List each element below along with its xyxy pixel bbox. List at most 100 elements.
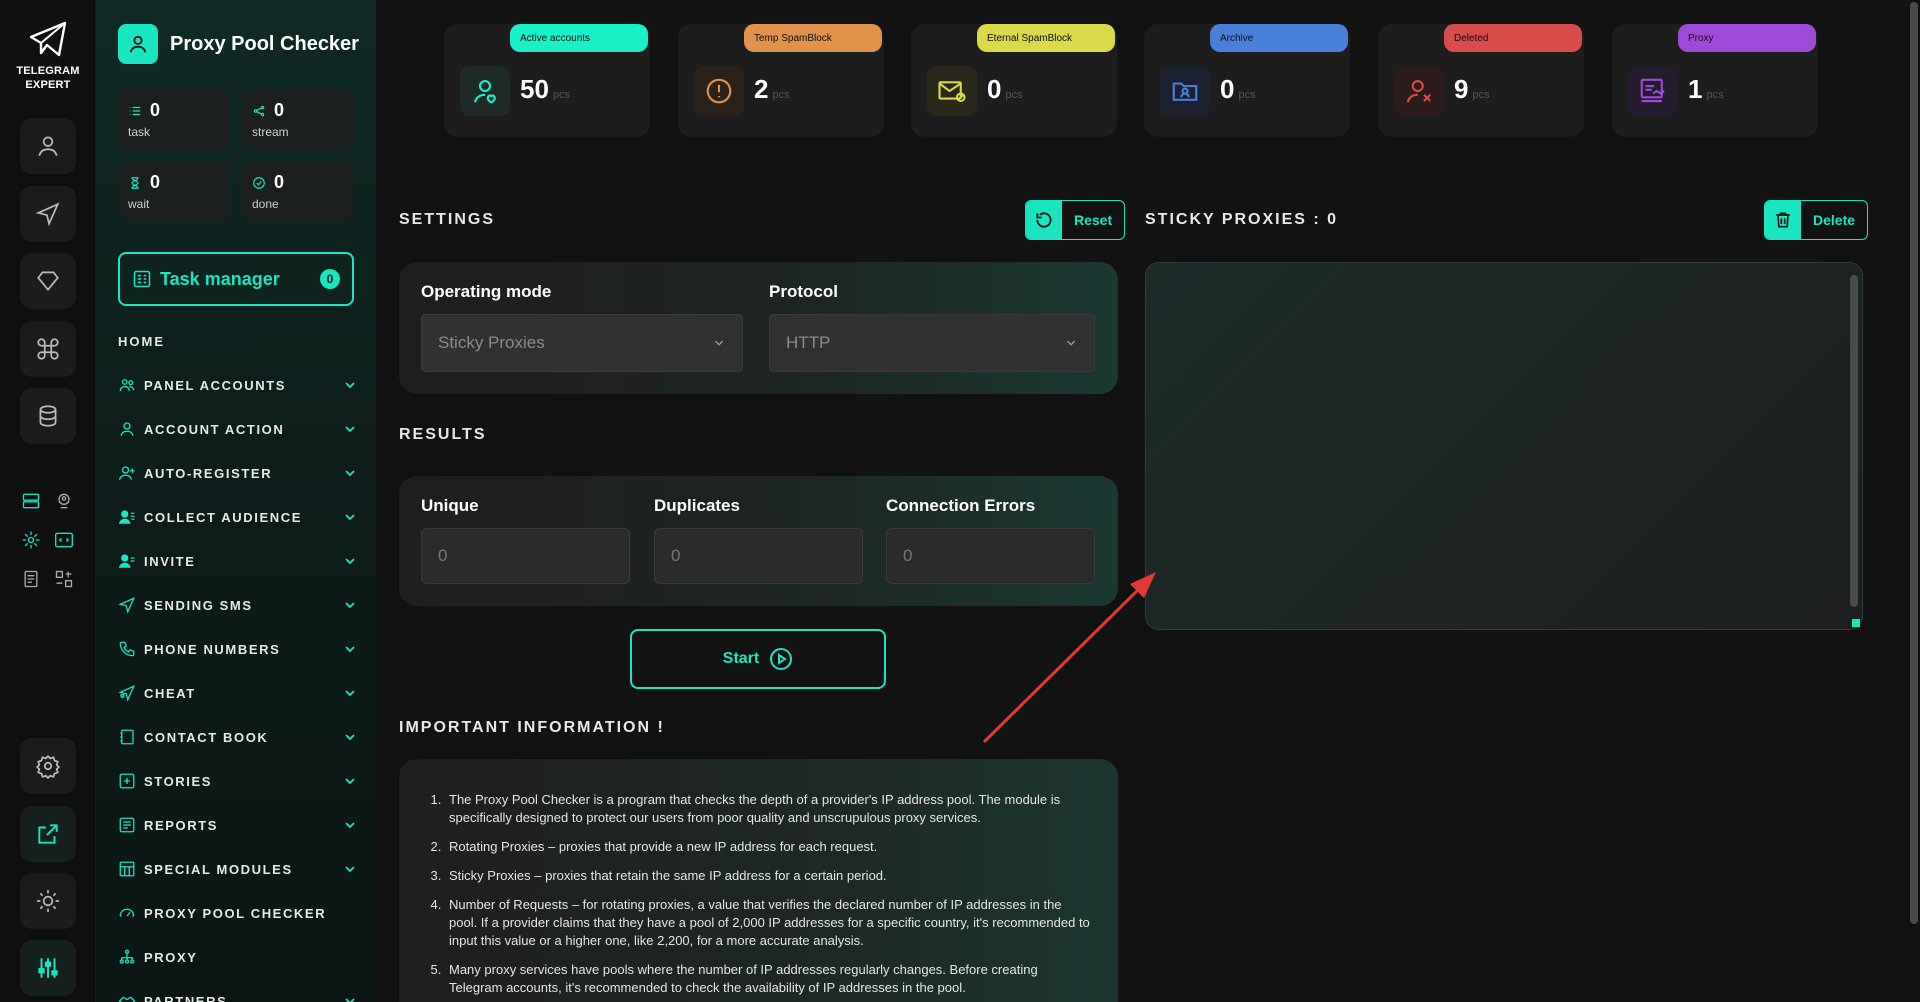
stat-wait-label: wait [128,197,150,211]
stat-done-label: done [252,197,279,211]
account-card-value: 0 [987,74,1002,104]
account-card-unit: pcs [1238,89,1256,101]
stat-task-label: task [128,125,151,139]
sidebar-item-proxy[interactable]: PROXY [118,945,358,969]
rail-theme-button[interactable] [20,873,76,929]
operating-mode-select[interactable]: Sticky Proxies [421,314,743,372]
user-heart-icon [460,66,510,116]
nav-home[interactable]: HOME [118,334,165,349]
network-icon [119,949,135,964]
start-button[interactable]: Start [630,629,886,689]
chevron-down-icon [345,690,355,697]
account-card-value: 1 [1688,74,1703,104]
account-card-label: Active accounts [510,24,648,52]
sidebar-item-auto-register[interactable]: AUTO-REGISTER [118,461,358,485]
sidebar-item-invite[interactable]: INVITE [118,549,358,573]
user-icon [38,136,58,157]
sidebar-item-label: PROXY [144,949,198,965]
command-icon [37,338,59,360]
account-card-proxy[interactable]: Proxy 1 pcs [1612,24,1818,137]
report-icon [119,817,135,833]
sidebar-item-partners[interactable]: PARTNERS [118,989,358,1002]
phone-icon [119,641,135,657]
sidebar-item-reports[interactable]: REPORTS [118,813,358,837]
rail-code-mini[interactable] [52,528,76,552]
users-icon [119,379,135,392]
rail-send-button[interactable] [20,186,76,242]
unique-field[interactable]: 0 [421,528,630,584]
sidebar-item-phone-numbers[interactable]: PHONE NUMBERS [118,637,358,661]
rail-location-mini[interactable] [52,489,76,513]
info-panel: The Proxy Pool Checker is a program that… [399,759,1118,1002]
user-plus-icon [118,466,135,480]
account-card-temp-spamblock[interactable]: Temp SpamBlock 2 pcs [678,24,884,137]
chevron-down-icon [345,998,355,1002]
rail-server-mini[interactable] [19,489,43,513]
rail-settings-button[interactable] [20,738,76,794]
table-icon [119,861,135,877]
account-card-deleted[interactable]: Deleted 9 pcs [1378,24,1584,137]
account-card-unit: pcs [552,89,571,101]
sidebar-item-sending-sms[interactable]: SENDING SMS [118,593,358,617]
rail-diamond-button[interactable] [20,253,76,309]
chevron-down-icon [1067,340,1075,346]
sidebar-item-panel-accounts[interactable]: PANEL ACCOUNTS [118,373,358,397]
rail-database-button[interactable] [20,388,76,444]
sidebar-item-account-action[interactable]: ACCOUNT ACTION [118,417,358,441]
task-manager-button[interactable]: Task manager 0 [118,252,354,306]
page-scrollbar[interactable] [1908,0,1920,1002]
external-link-icon [38,824,58,844]
account-card-label: Temp SpamBlock [744,24,882,52]
sidebar-item-proxy-pool-checker[interactable]: PROXY POOL CHECKER [118,901,358,925]
task-manager-count: 0 [320,269,340,289]
alert-circle-icon [694,66,744,116]
rail-command-button[interactable] [20,321,76,377]
chevron-down-icon [345,778,355,785]
gauge-icon [119,908,135,917]
unique-label: Unique [421,496,479,515]
account-card-eternal-spamblock[interactable]: Eternal SpamBlock 0 pcs [911,24,1117,137]
rail-sliders-button[interactable] [20,940,76,996]
sidebar: Proxy Pool Checker 0 task 0 stream 0 wai… [96,0,376,1002]
sidebar-item-collect-audience[interactable]: COLLECT AUDIENCE [118,505,358,529]
sticky-proxies-title: STICKY PROXIES : 0 [1145,211,1339,228]
stat-task-value: 0 [150,100,161,120]
delete-label: Delete [1813,212,1856,228]
sticky-proxies-textarea[interactable] [1145,262,1863,630]
rail-document-mini[interactable] [19,567,43,591]
task-manager-label: Task manager [160,268,280,289]
app-logo[interactable]: TELEGRAM EXPERT [12,20,84,92]
sidebar-item-special-modules[interactable]: SPECIAL MODULES [118,857,358,881]
protocol-select[interactable]: HTTP [769,314,1095,372]
sliders-icon [38,958,58,978]
account-card-value: 0 [1220,74,1235,104]
account-card-archive[interactable]: Archive 0 pcs [1144,24,1350,137]
textarea-scrollbar[interactable] [1850,275,1858,607]
textarea-resize-handle[interactable] [1852,619,1860,627]
delete-button[interactable]: Delete [1764,200,1869,240]
account-card-active-accounts[interactable]: Active accounts 50 pcs [444,24,650,137]
code-window-icon [55,532,73,548]
rail-settings-mini[interactable] [19,528,43,552]
account-card-label: Deleted [1444,24,1582,52]
rail-accounts-button[interactable] [20,118,76,174]
logo-text-line1: TELEGRAM [16,65,80,77]
start-label: Start [722,650,760,667]
page-scrollbar-thumb[interactable] [1910,2,1918,924]
sidebar-item-label: PARTNERS [144,993,228,1002]
connection-errors-label: Connection Errors [886,496,1036,515]
sidebar-item-cheat[interactable]: CHEAT [118,681,358,705]
reset-button[interactable]: Reset [1025,200,1126,240]
rail-apps-mini[interactable] [52,567,76,591]
sidebar-item-contact-book[interactable]: CONTACT BOOK [118,725,358,749]
annotation-arrow [982,572,1156,744]
check-circle-icon [253,176,265,189]
info-list-item: The Proxy Pool Checker is a program that… [445,791,1092,827]
account-card-unit: pcs [1472,89,1490,101]
duplicates-field[interactable]: 0 [654,528,863,584]
sidebar-item-label: SENDING SMS [144,597,253,613]
rail-external-link-button[interactable] [20,806,76,862]
list-icon [129,106,141,115]
sidebar-item-stories[interactable]: STORIES [118,769,358,793]
info-list-item: Sticky Proxies – proxies that retain the… [445,867,1092,885]
